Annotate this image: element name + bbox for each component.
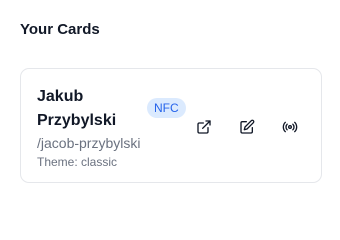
nfc-broadcast-icon: [282, 121, 298, 133]
edit-card-button[interactable]: [236, 116, 258, 138]
nfc-badge: NFC: [147, 98, 186, 118]
external-link-icon: [197, 120, 211, 134]
card-theme: Theme: classic: [37, 155, 118, 169]
nfc-write-button[interactable]: [279, 116, 301, 138]
cards-page: Your Cards Jakub Przybylski NFC /jacob-p…: [0, 0, 340, 205]
open-card-button[interactable]: [193, 116, 215, 138]
section-title: Your Cards: [20, 21, 100, 38]
card-item: Jakub Przybylski NFC /jacob-przybylski T…: [20, 68, 322, 183]
card-name: Jakub Przybylski: [37, 88, 117, 129]
card-slug: /jacob-przybylski: [37, 135, 141, 151]
edit-icon: [240, 119, 255, 134]
